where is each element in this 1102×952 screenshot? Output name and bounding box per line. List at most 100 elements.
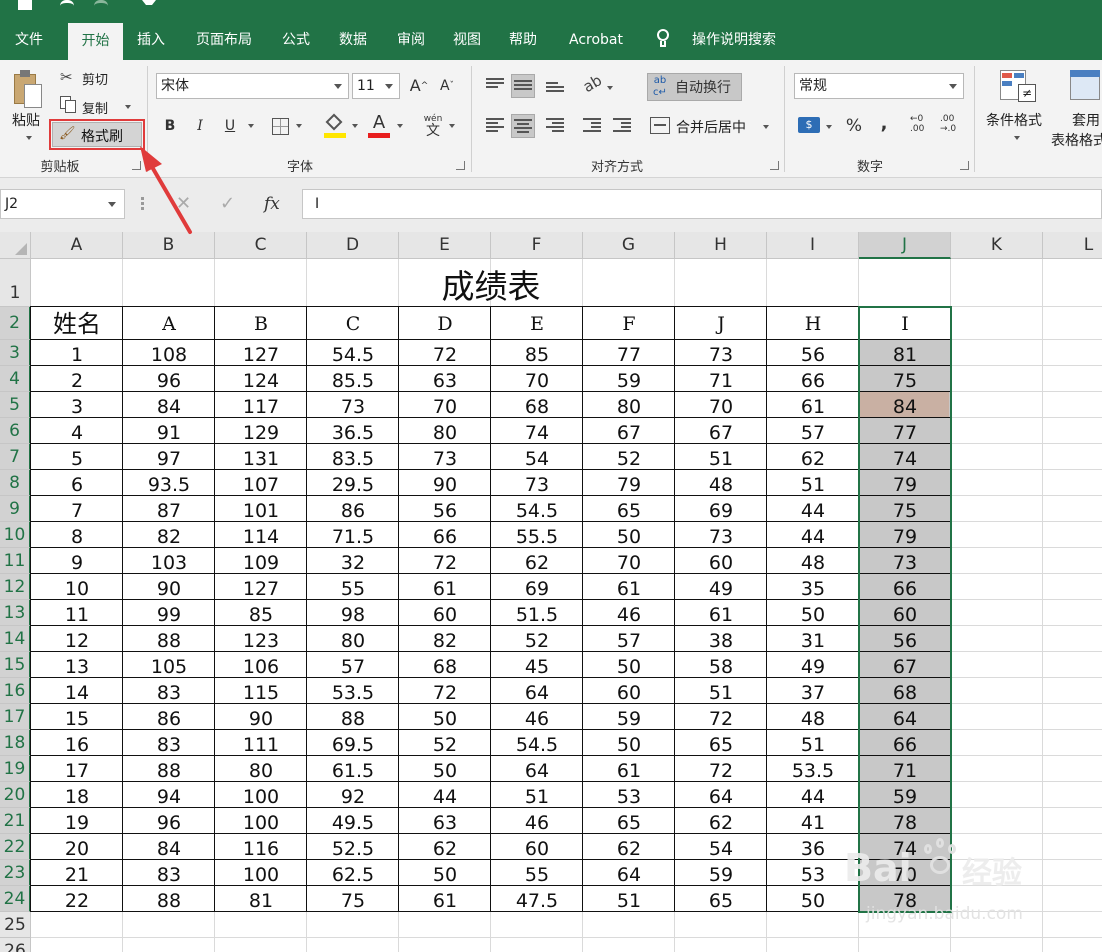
table-cell[interactable]: 53.5 [307, 678, 399, 704]
table-cell[interactable]: 61 [675, 600, 767, 626]
align-left-icon[interactable] [486, 118, 504, 132]
bold-button[interactable]: B [158, 114, 182, 138]
table-cell[interactable]: 80 [307, 626, 399, 652]
column-header-c[interactable]: C [215, 232, 307, 259]
table-cell[interactable]: 69.5 [307, 730, 399, 756]
alignment-launcher-icon[interactable] [770, 161, 779, 170]
currency-icon[interactable]: $ [798, 117, 820, 133]
table-cell[interactable]: 59 [583, 366, 675, 392]
header-cell-g[interactable]: F [583, 307, 675, 340]
table-cell[interactable]: 46 [491, 704, 583, 730]
table-cell[interactable]: 52 [399, 730, 491, 756]
table-cell[interactable]: 90 [123, 574, 215, 600]
font-color-icon[interactable]: A [368, 112, 390, 138]
table-cell[interactable]: 61 [399, 886, 491, 912]
table-cell[interactable]: 53.5 [767, 756, 859, 782]
tab-review[interactable]: 审阅 [388, 20, 434, 60]
table-cell[interactable]: 109 [215, 548, 307, 574]
table-cell[interactable]: 88 [123, 756, 215, 782]
table-cell[interactable]: 100 [215, 860, 307, 886]
wrap-text-button[interactable]: ab c↵ 自动换行 [647, 73, 742, 101]
table-cell[interactable]: 72 [675, 704, 767, 730]
tab-acrobat[interactable]: Acrobat [558, 20, 634, 60]
header-cell-a[interactable]: 姓名 [31, 307, 123, 340]
table-cell[interactable]: 124 [215, 366, 307, 392]
table-cell[interactable]: 46 [491, 808, 583, 834]
row-header-25[interactable]: 25 [0, 912, 31, 938]
table-cell[interactable]: 86 [123, 704, 215, 730]
table-cell[interactable]: 69 [675, 496, 767, 522]
table-cell[interactable]: 37 [767, 678, 859, 704]
table-cell[interactable]: 73 [491, 470, 583, 496]
table-cell[interactable]: 64 [491, 678, 583, 704]
table-cell[interactable]: 55 [307, 574, 399, 600]
table-cell[interactable]: 103 [123, 548, 215, 574]
redo-icon[interactable] [94, 0, 108, 10]
table-cell[interactable]: 48 [675, 470, 767, 496]
column-header-a[interactable]: A [31, 232, 123, 259]
table-cell[interactable]: 54.5 [491, 496, 583, 522]
table-cell[interactable]: 64 [583, 860, 675, 886]
table-cell[interactable]: 48 [767, 548, 859, 574]
table-cell[interactable]: 114 [215, 522, 307, 548]
table-cell[interactable]: 71 [675, 366, 767, 392]
phonetic-icon[interactable]: wén 文 [422, 114, 444, 140]
paste-icon[interactable] [12, 70, 44, 110]
table-cell[interactable]: 51.5 [491, 600, 583, 626]
number-format-box[interactable]: 常规 [794, 73, 964, 99]
row-header-8[interactable]: 8 [0, 470, 31, 496]
table-cell[interactable]: 60 [399, 600, 491, 626]
table-cell[interactable]: 129 [215, 418, 307, 444]
font-size-box[interactable]: 11 [352, 73, 400, 99]
table-cell[interactable]: 111 [215, 730, 307, 756]
table-cell[interactable]: 62 [675, 808, 767, 834]
tab-view[interactable]: 视图 [444, 20, 490, 60]
row-header-19[interactable]: 19 [0, 756, 31, 782]
header-cell-h[interactable]: J [675, 307, 767, 340]
font-name-box[interactable]: 宋体 [156, 73, 349, 99]
conditional-format-button[interactable]: 条件格式 [986, 110, 1042, 130]
table-cell[interactable]: 94 [123, 782, 215, 808]
increase-decimal-icon[interactable]: ←0.00 [910, 114, 932, 138]
table-cell[interactable]: 56 [767, 340, 859, 366]
font-launcher-icon[interactable] [456, 161, 465, 170]
table-cell[interactable]: 50 [583, 522, 675, 548]
table-cell[interactable]: 44 [399, 782, 491, 808]
table-cell[interactable]: 108 [123, 340, 215, 366]
table-cell[interactable]: 57 [583, 626, 675, 652]
table-cell[interactable]: 60 [491, 834, 583, 860]
table-cell[interactable]: 83 [123, 678, 215, 704]
tab-help[interactable]: 帮助 [500, 20, 546, 60]
table-cell[interactable]: 49 [675, 574, 767, 600]
row-header-21[interactable]: 21 [0, 808, 31, 834]
table-cell[interactable]: 93.5 [123, 470, 215, 496]
table-cell[interactable]: 70 [491, 366, 583, 392]
formula-bar-grip-icon[interactable] [141, 197, 144, 211]
table-cell[interactable]: 51 [675, 444, 767, 470]
table-cell[interactable]: 87 [123, 496, 215, 522]
table-cell[interactable]: 10 [31, 574, 123, 600]
table-cell[interactable]: 92 [307, 782, 399, 808]
table-cell[interactable]: 67 [675, 418, 767, 444]
table-cell[interactable]: 85 [491, 340, 583, 366]
paste-button[interactable]: 粘贴 [12, 110, 40, 130]
table-cell[interactable]: 6 [31, 470, 123, 496]
table-cell[interactable]: 115 [215, 678, 307, 704]
header-cell-b[interactable]: A [123, 307, 215, 340]
column-header-b[interactable]: B [123, 232, 215, 259]
number-launcher-icon[interactable] [960, 161, 969, 170]
table-cell[interactable]: 62 [399, 834, 491, 860]
table-cell[interactable]: 55.5 [491, 522, 583, 548]
column-header-k[interactable]: K [951, 232, 1043, 259]
scissors-icon[interactable]: ✂ [60, 69, 76, 85]
row-header-23[interactable]: 23 [0, 860, 31, 886]
table-cell[interactable]: 65 [583, 808, 675, 834]
borders-icon[interactable] [272, 118, 289, 135]
table-cell[interactable]: 62 [491, 548, 583, 574]
conditional-format-icon[interactable]: ≠ [1000, 70, 1036, 106]
table-cell[interactable]: 80 [583, 392, 675, 418]
underline-dropdown-icon[interactable] [248, 124, 254, 128]
table-cell[interactable]: 22 [31, 886, 123, 912]
column-header-l[interactable]: L [1043, 232, 1102, 259]
table-cell[interactable]: 4 [31, 418, 123, 444]
